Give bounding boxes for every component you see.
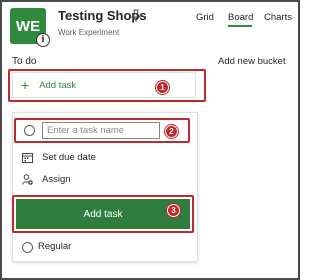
assign-button[interactable]: Assign [22,174,71,185]
tab-charts[interactable]: Charts [264,12,292,23]
pin-icon[interactable] [130,9,142,23]
step-badge-1: 1 [156,81,169,94]
highlight-box-2 [14,118,190,143]
set-due-date-button[interactable]: Set due date [22,152,96,163]
bucket-title[interactable]: To do [12,56,36,67]
assign-label: Assign [42,174,71,185]
step-badge-2: 2 [165,125,178,138]
plan-subtitle: Work Experiment [58,28,120,37]
add-new-bucket-button[interactable]: Add new bucket [218,56,286,67]
assign-person-icon [22,174,33,185]
info-icon[interactable]: i [36,33,50,47]
highlight-box-1 [8,69,206,102]
priority-label[interactable]: Regular [38,241,71,252]
tab-board[interactable]: Board [228,12,253,23]
set-due-date-label: Set due date [42,152,96,163]
calendar-icon [22,153,33,163]
tab-grid[interactable]: Grid [196,12,214,23]
active-tab-indicator [228,25,252,27]
avatar-initials: WE [15,17,41,35]
highlight-box-3 [12,195,194,233]
priority-radio[interactable] [22,242,33,253]
step-badge-3: 3 [167,204,180,217]
